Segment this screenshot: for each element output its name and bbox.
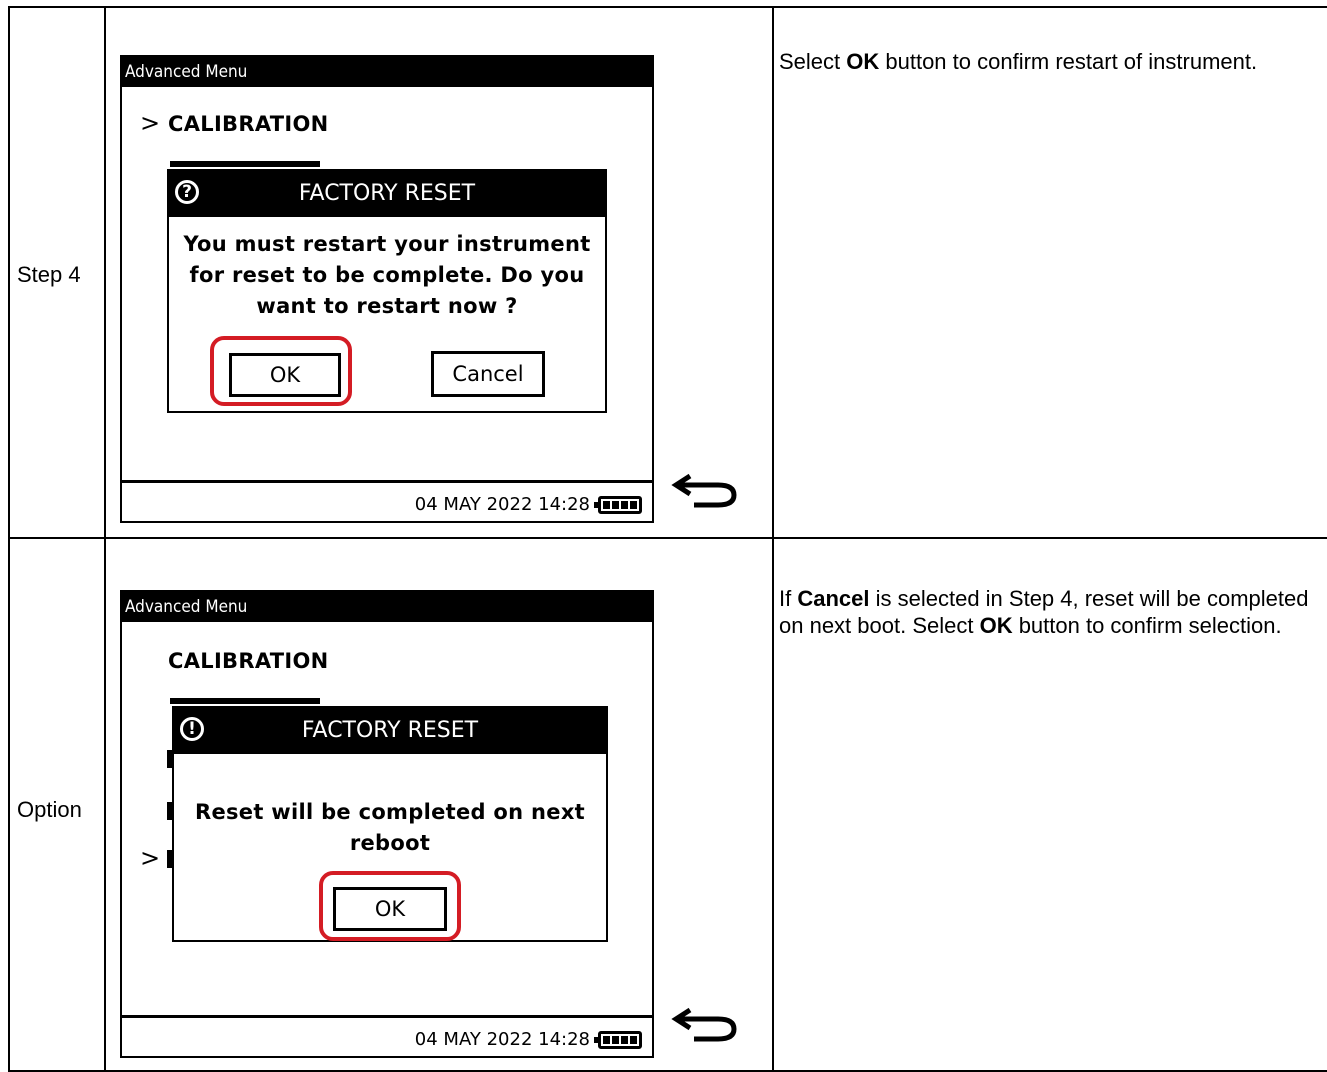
table-border-top <box>8 6 1327 8</box>
dialog-title: FACTORY RESET <box>298 181 476 206</box>
status-divider <box>122 1015 652 1018</box>
menu-item-calibration[interactable]: CALIBRATION <box>168 649 329 673</box>
table-col-divider-2 <box>772 6 774 1072</box>
battery-full-icon <box>594 1030 642 1049</box>
screen-title: Advanced Menu <box>122 57 652 87</box>
step-description: Select OK button to confirm restart of i… <box>779 49 1258 74</box>
obscured-menu-item <box>170 698 320 704</box>
table-border-middle <box>8 537 1327 539</box>
option-description: If Cancel is selected in Step 4, reset w… <box>779 586 1309 638</box>
status-datetime: 04 MAY 2022 14:28 <box>414 494 590 515</box>
back-arrow-icon[interactable] <box>666 1000 746 1050</box>
screen-title: Advanced Menu <box>122 592 652 622</box>
obscured-menu-item <box>170 161 320 167</box>
battery-full-icon <box>594 495 642 514</box>
ok-highlight-outline <box>319 871 461 941</box>
dialog-message-line: Reset will be completed on next <box>194 800 586 824</box>
chevron-right-icon: > <box>140 844 161 872</box>
ok-highlight-outline <box>210 336 352 406</box>
dialog-header: ? FACTORY RESET <box>169 171 605 217</box>
status-bar: 04 MAY 2022 14:28 <box>415 494 642 515</box>
dialog-title: FACTORY RESET <box>301 718 479 743</box>
status-datetime: 04 MAY 2022 14:28 <box>414 1029 590 1050</box>
device-screen: Advanced Menu > CALIBRATION 04 MAY 2022 … <box>120 55 654 523</box>
table-col-divider-1 <box>104 6 106 1072</box>
dialog-message-line: for reset to be complete. Do you <box>189 263 585 287</box>
dialog-header: ! FACTORY RESET <box>174 708 606 754</box>
cancel-button[interactable]: Cancel <box>431 351 545 397</box>
step-label: Option <box>17 797 82 822</box>
device-screen: Advanced Menu CALIBRATION > 04 MAY 2022 … <box>120 590 654 1058</box>
dialog-message-line: want to restart now ? <box>256 294 518 318</box>
step-label: Step 4 <box>17 262 81 287</box>
chevron-right-icon: > <box>140 109 161 137</box>
back-arrow-icon[interactable] <box>666 466 746 516</box>
table-border-left <box>8 6 10 1072</box>
dialog-message-line: You must restart your instrument <box>183 232 591 256</box>
dialog-message-line: reboot <box>349 831 431 855</box>
status-divider <box>122 480 652 483</box>
menu-item-calibration[interactable]: CALIBRATION <box>168 112 329 136</box>
status-bar: 04 MAY 2022 14:28 <box>415 1029 642 1050</box>
